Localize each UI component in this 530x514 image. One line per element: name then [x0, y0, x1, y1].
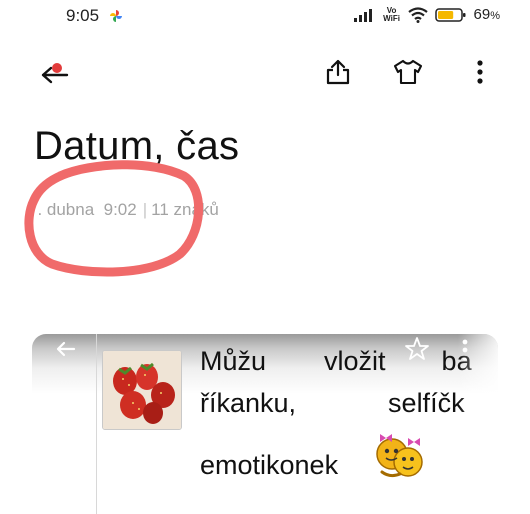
strawberry-image — [103, 351, 181, 429]
share-icon — [326, 59, 350, 85]
embedded-content-card[interactable]: Můžu vložit ba říkanku, selfíčk emotikonek — [32, 334, 498, 514]
card-word: vložit — [324, 346, 386, 376]
vowifi-icon: Vo WiFi — [383, 6, 401, 23]
status-time: 9:05 — [66, 6, 100, 25]
card-word: Můžu — [200, 346, 267, 376]
card-back-icon[interactable] — [54, 337, 78, 361]
card-word: selfíčk — [388, 388, 465, 418]
note-meta: 7. dubna 9:02 | 11 znaků — [28, 200, 219, 220]
shirt-icon — [393, 59, 423, 85]
note-toolbar — [0, 48, 530, 96]
card-text-line-1: Můžu vložit ba — [200, 346, 472, 377]
status-bar: 9:05 Vo WiFi 69% — [0, 0, 530, 34]
card-word: říkanku, — [200, 388, 297, 418]
card-text-line-3: emotikonek — [200, 450, 339, 480]
note-title[interactable]: Datum, čas — [34, 124, 239, 169]
card-divider — [96, 334, 97, 514]
google-photos-icon — [110, 10, 122, 22]
battery-percent: 69% — [474, 6, 500, 23]
meta-divider: | — [142, 200, 148, 219]
note-char-count: 11 znaků — [151, 200, 219, 219]
strawberry-thumbnail[interactable] — [102, 350, 182, 430]
wifi-icon — [407, 6, 428, 23]
battery-percent-unit: % — [490, 10, 500, 22]
hugging-emoticon — [376, 434, 423, 478]
more-vertical-icon — [477, 60, 483, 84]
share-button[interactable] — [316, 52, 360, 92]
back-button[interactable] — [32, 52, 76, 92]
signal-icon — [353, 8, 372, 22]
battery-percent-value: 69 — [473, 6, 491, 23]
card-fade-overlay — [458, 334, 498, 514]
vowifi-bottom-label: WiFi — [383, 13, 400, 23]
card-text-line-2: říkanku, selfíčk — [200, 388, 465, 419]
battery-icon — [434, 7, 466, 22]
status-indicators: Vo WiFi 69% — [353, 6, 500, 23]
more-options-button[interactable] — [462, 52, 498, 92]
back-arrow-icon — [41, 63, 69, 84]
theme-button[interactable] — [386, 52, 430, 92]
note-date: 7. dubna 9:02 — [28, 200, 137, 219]
